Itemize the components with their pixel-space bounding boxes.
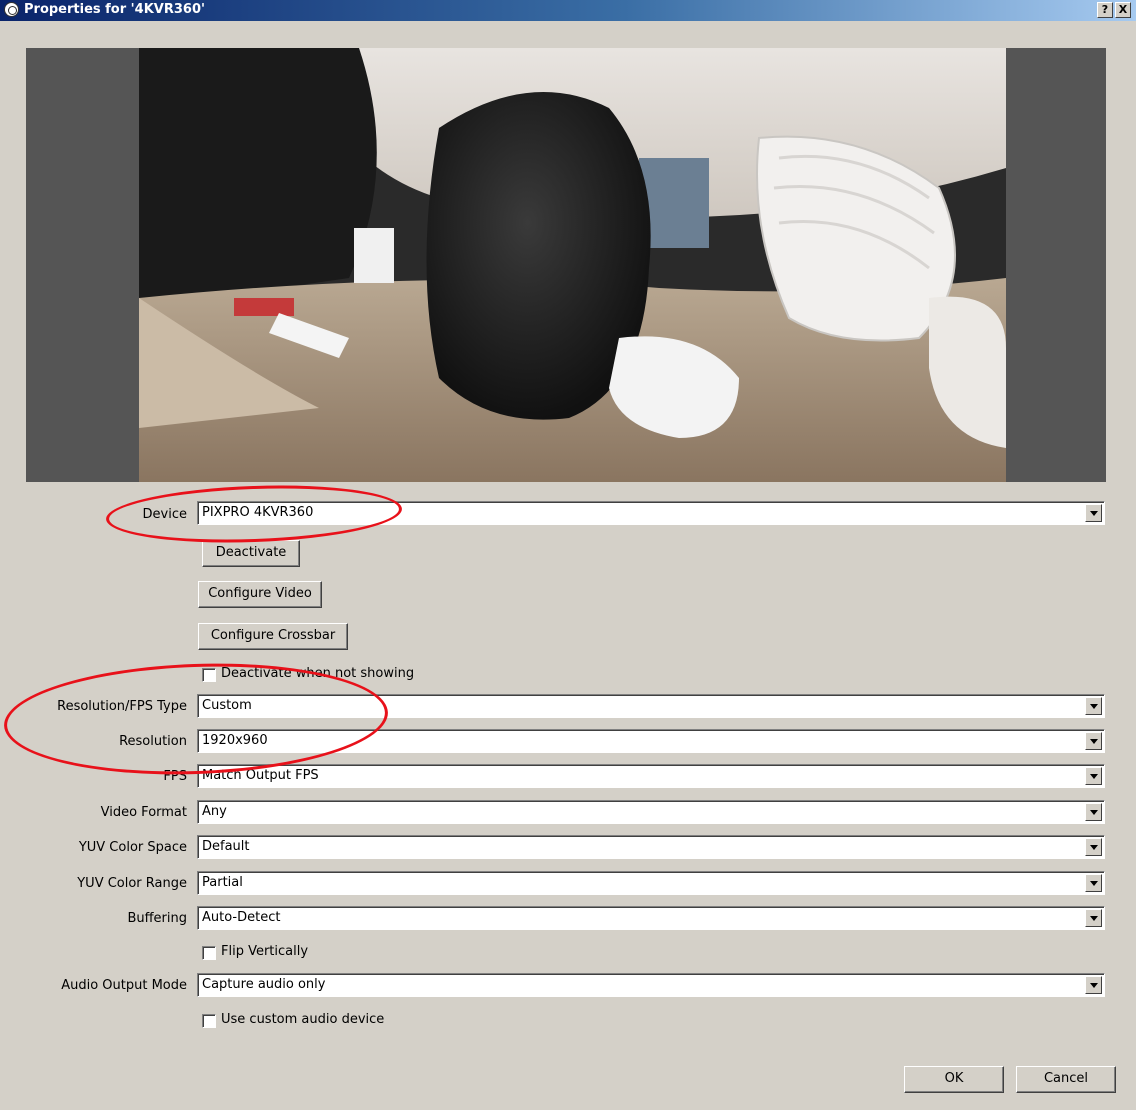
yuv-color-range-dropdown[interactable]: Partial <box>197 871 1105 895</box>
configure-video-button[interactable]: Configure Video <box>198 581 322 608</box>
chevron-down-icon[interactable] <box>1085 874 1102 892</box>
resolution-label: Resolution <box>119 734 187 749</box>
resolution-value: 1920x960 <box>202 733 268 748</box>
resolution-dropdown[interactable]: 1920x960 <box>197 729 1105 753</box>
yuv-color-range-label: YUV Color Range <box>77 876 187 891</box>
buffering-value: Auto-Detect <box>202 910 281 925</box>
video-format-dropdown[interactable]: Any <box>197 800 1105 824</box>
chevron-down-icon[interactable] <box>1085 838 1102 856</box>
custom-audio-device-label: Use custom audio device <box>221 1012 385 1027</box>
yuv-color-space-value: Default <box>202 839 250 854</box>
yuv-color-space-label: YUV Color Space <box>78 840 187 855</box>
audio-output-mode-label: Audio Output Mode <box>61 978 187 993</box>
chevron-down-icon[interactable] <box>1085 976 1102 994</box>
fps-label: FPS <box>163 769 187 784</box>
audio-output-mode-value: Capture audio only <box>202 977 326 992</box>
buffering-dropdown[interactable]: Auto-Detect <box>197 906 1105 930</box>
ok-button[interactable]: OK <box>904 1066 1004 1093</box>
panorama-picture <box>139 48 1006 482</box>
deactivate-when-hidden-checkbox[interactable] <box>202 668 216 682</box>
yuv-color-range-value: Partial <box>202 875 243 890</box>
window-title: Properties for '4KVR360' <box>24 2 205 17</box>
res-fps-type-label: Resolution/FPS Type <box>57 699 187 714</box>
title-bar: Properties for '4KVR360' ? X <box>0 0 1136 21</box>
chevron-down-icon[interactable] <box>1085 767 1102 785</box>
fps-value: Match Output FPS <box>202 768 319 783</box>
obs-logo-icon <box>4 2 19 17</box>
yuv-color-space-dropdown[interactable]: Default <box>197 835 1105 859</box>
camera-preview-image <box>139 48 1006 482</box>
flip-vertically-checkbox[interactable] <box>202 946 216 960</box>
cancel-button[interactable]: Cancel <box>1016 1066 1116 1093</box>
help-button[interactable]: ? <box>1097 2 1113 18</box>
chevron-down-icon[interactable] <box>1085 697 1102 715</box>
chevron-down-icon[interactable] <box>1085 803 1102 821</box>
buffering-label: Buffering <box>127 911 187 926</box>
flip-vertically-label: Flip Vertically <box>221 944 309 959</box>
chevron-down-icon[interactable] <box>1085 732 1102 750</box>
device-dropdown[interactable]: PIXPRO 4KVR360 <box>197 501 1105 525</box>
configure-crossbar-button[interactable]: Configure Crossbar <box>198 623 348 650</box>
device-label: Device <box>142 507 187 522</box>
deactivate-button[interactable]: Deactivate <box>202 540 300 567</box>
chevron-down-icon[interactable] <box>1085 909 1102 927</box>
video-preview <box>26 48 1106 482</box>
res-fps-type-dropdown[interactable]: Custom <box>197 694 1105 718</box>
close-button[interactable]: X <box>1115 2 1131 18</box>
res-fps-type-value: Custom <box>202 698 252 713</box>
chevron-down-icon[interactable] <box>1085 504 1102 522</box>
video-format-label: Video Format <box>100 805 187 820</box>
video-format-value: Any <box>202 804 227 819</box>
deactivate-when-hidden-label: Deactivate when not showing <box>221 666 415 681</box>
audio-output-mode-dropdown[interactable]: Capture audio only <box>197 973 1105 997</box>
device-value: PIXPRO 4KVR360 <box>202 505 314 520</box>
fps-dropdown[interactable]: Match Output FPS <box>197 764 1105 788</box>
custom-audio-device-checkbox[interactable] <box>202 1014 216 1028</box>
